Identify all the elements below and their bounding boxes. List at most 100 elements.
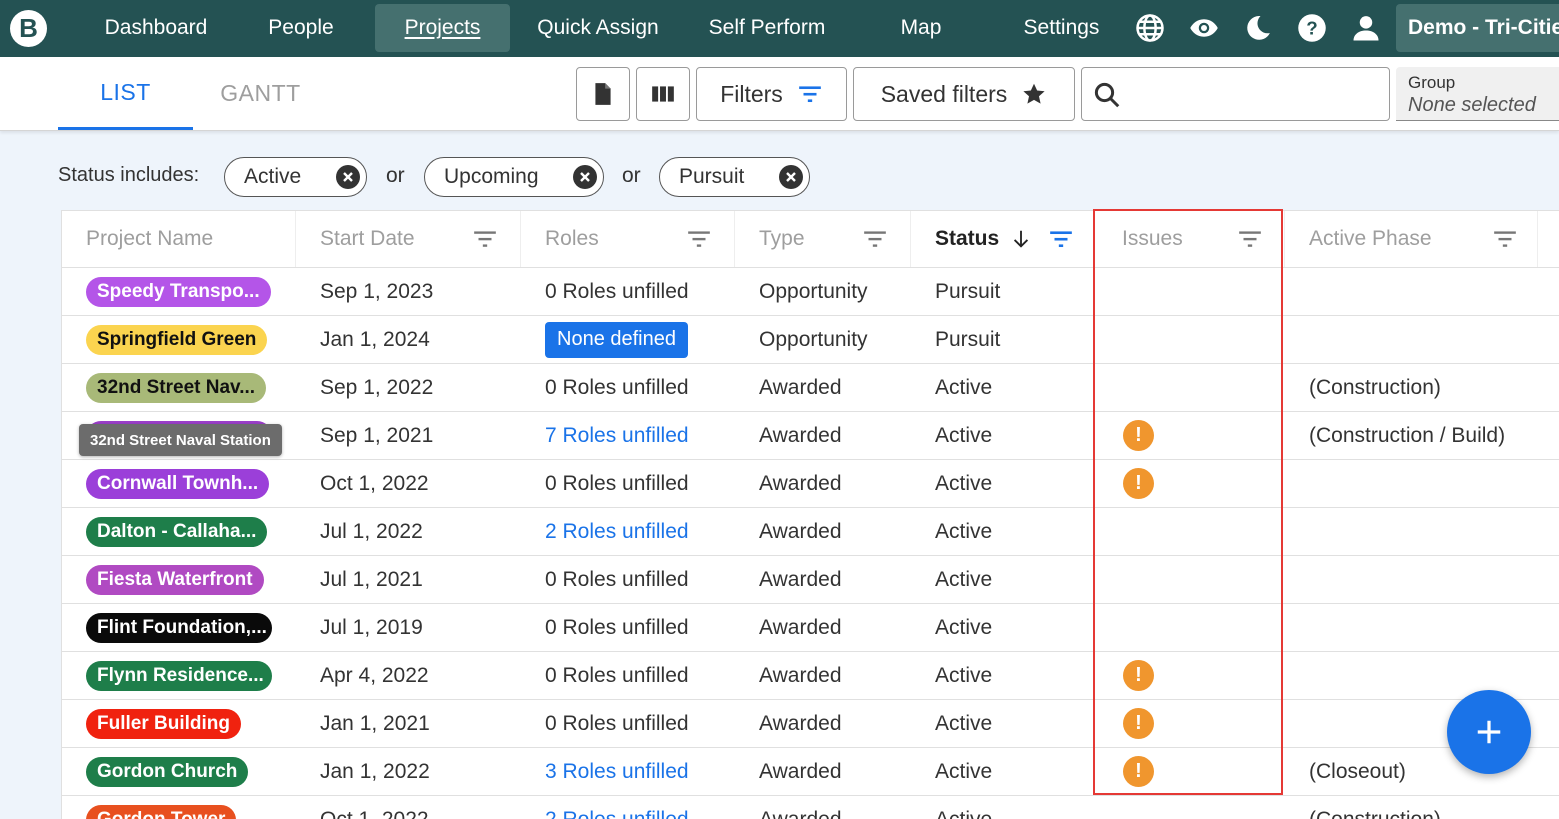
chip-active[interactable]: Active <box>224 157 367 197</box>
nav-projects[interactable]: Projects <box>375 4 510 52</box>
table-row[interactable]: Fuller Building Jan 1, 2021 0 Roles unfill… <box>62 700 1559 748</box>
chip-upcoming[interactable]: Upcoming <box>424 157 604 197</box>
nav-people[interactable]: People <box>253 4 349 52</box>
col-roles[interactable]: Roles <box>521 211 735 267</box>
close-icon[interactable] <box>779 165 803 189</box>
roles-cell[interactable]: 2 Roles unfilled <box>545 796 735 819</box>
warning-icon[interactable]: ! <box>1123 468 1154 499</box>
project-name-pill[interactable]: Springfield Green <box>86 324 268 355</box>
issues-cell: ! <box>1123 748 1273 795</box>
table-row[interactable]: Gordon Church Jan 1, 2022 3 Roles unfilled… <box>62 748 1559 796</box>
filter-icon[interactable] <box>1491 226 1519 252</box>
project-name-pill[interactable]: 32nd Street Nav... <box>86 372 267 403</box>
project-name-pill[interactable]: Fuller Building <box>86 708 241 739</box>
account-icon[interactable] <box>1350 12 1382 44</box>
table-header: Project Name Start Date Roles Type Statu… <box>62 211 1559 268</box>
table-row[interactable]: Cornwall Townh... Oct 1, 2022 0 Roles unfi… <box>62 460 1559 508</box>
table-row[interactable]: 32nd Naval Apart...Sep 1, 20217 Roles un… <box>62 412 1559 460</box>
column-label: Active Phase <box>1309 227 1432 250</box>
warning-icon[interactable]: ! <box>1123 660 1154 691</box>
account-switcher[interactable]: Demo - Tri-Cities <box>1396 4 1559 52</box>
project-name-pill[interactable]: Flynn Residence... <box>86 660 272 691</box>
filter-icon[interactable] <box>471 226 499 252</box>
project-name-pill[interactable]: Dalton - Callaha... <box>86 516 268 547</box>
roles-cell[interactable]: 7 Roles unfilled <box>545 412 735 459</box>
tab-gantt[interactable]: GANTT <box>193 57 328 130</box>
active-phase-cell <box>1309 556 1559 603</box>
nav-quick-assign[interactable]: Quick Assign <box>520 4 676 52</box>
table-row[interactable]: Fiesta Waterfront Jul 1, 2021 0 Roles unfi… <box>62 556 1559 604</box>
project-name-pill[interactable]: Gordon Tower <box>86 804 237 819</box>
project-name-cell: Fiesta Waterfront <box>86 556 296 603</box>
issues-cell <box>1123 508 1273 555</box>
roles-unfilled-link[interactable]: 2 Roles unfilled <box>545 808 689 819</box>
roles-unfilled-link[interactable]: 2 Roles unfilled <box>545 520 689 544</box>
roles-text: 0 Roles unfilled <box>545 711 689 735</box>
table-row[interactable]: Flynn Residence... Apr 4, 2022 0 Roles unf… <box>62 652 1559 700</box>
project-name-pill[interactable]: Speedy Transpo... <box>86 276 271 307</box>
chip-pursuit[interactable]: Pursuit <box>659 157 810 197</box>
eye-icon[interactable] <box>1188 12 1220 44</box>
nav-self-perform[interactable]: Self Perform <box>691 4 843 52</box>
roles-cell[interactable]: 3 Roles unfilled <box>545 748 735 795</box>
col-issues[interactable]: Issues <box>1098 211 1285 267</box>
nav-dashboard[interactable]: Dashboard <box>89 4 223 52</box>
warning-icon[interactable]: ! <box>1123 420 1154 451</box>
project-name-pill[interactable]: Cornwall Townh... <box>86 468 270 499</box>
roles-text: 0 Roles unfilled <box>545 615 689 639</box>
export-button[interactable] <box>576 67 630 121</box>
app-logo[interactable]: B <box>10 10 47 47</box>
roles-text: 0 Roles unfilled <box>545 567 689 591</box>
filter-icon[interactable] <box>861 226 889 252</box>
roles-cell[interactable]: 2 Roles unfilled <box>545 508 735 555</box>
roles-cell: 0 Roles unfilled <box>545 652 735 699</box>
status-cell: Pursuit <box>935 279 1001 303</box>
col-status[interactable]: Status <box>911 211 1095 267</box>
table-row[interactable]: Gordon Tower Oct 1, 2022 2 Roles unfilled A… <box>62 796 1559 819</box>
nav-map[interactable]: Map <box>886 4 956 52</box>
roles-unfilled-link[interactable]: 7 Roles unfilled <box>545 424 689 448</box>
table-row[interactable]: Dalton - Callaha... Jul 1, 2022 2 Roles un… <box>62 508 1559 556</box>
filter-icon[interactable] <box>685 226 713 252</box>
filter-icon[interactable] <box>1047 226 1075 252</box>
project-name-pill[interactable]: Flint Foundation,... <box>86 612 272 643</box>
table-row[interactable]: Springfield Green Jan 1, 2024 None defined… <box>62 316 1559 364</box>
project-name-cell: Dalton - Callaha... <box>86 508 296 555</box>
globe-icon[interactable] <box>1134 12 1166 44</box>
moon-icon[interactable] <box>1242 12 1274 44</box>
filter-icon[interactable] <box>1236 226 1264 252</box>
project-name-cell: Speedy Transpo... <box>86 268 296 315</box>
project-name-pill[interactable]: Fiesta Waterfront <box>86 564 264 595</box>
tab-list[interactable]: LIST <box>58 57 193 130</box>
filters-button[interactable]: Filters <box>696 67 847 121</box>
warning-icon[interactable]: ! <box>1123 708 1154 739</box>
project-name-cell: Flynn Residence... <box>86 652 296 699</box>
col-active-phase[interactable]: Active Phase <box>1285 211 1538 267</box>
saved-filters-button[interactable]: Saved filters <box>853 67 1075 121</box>
roles-cell: 0 Roles unfilled <box>545 268 735 315</box>
none-defined-button[interactable]: None defined <box>545 321 688 358</box>
nav-settings[interactable]: Settings <box>1007 4 1116 52</box>
search-box <box>1081 67 1390 121</box>
project-name-pill[interactable]: Gordon Church <box>86 756 249 787</box>
columns-button[interactable] <box>636 67 690 121</box>
svg-text:?: ? <box>1306 17 1317 38</box>
col-start-date[interactable]: Start Date <box>296 211 521 267</box>
issues-cell: ! <box>1123 700 1273 747</box>
col-project-name[interactable]: Project Name <box>62 211 296 267</box>
roles-cell[interactable]: None defined <box>545 316 735 363</box>
table-row[interactable]: Speedy Transpo... Sep 1, 2023 0 Roles unfi… <box>62 268 1559 316</box>
help-icon[interactable]: ? <box>1296 12 1328 44</box>
table-row[interactable]: 32nd Street Nav... Sep 1, 2022 0 Roles unf… <box>62 364 1559 412</box>
close-icon[interactable] <box>336 165 360 189</box>
warning-icon[interactable]: ! <box>1123 756 1154 787</box>
group-select[interactable]: Group None selected <box>1396 67 1559 121</box>
col-type[interactable]: Type <box>735 211 911 267</box>
search-input[interactable] <box>1132 76 1382 112</box>
arrow-down-icon[interactable] <box>1010 227 1032 251</box>
roles-unfilled-link[interactable]: 3 Roles unfilled <box>545 760 689 784</box>
close-icon[interactable] <box>573 165 597 189</box>
add-project-button[interactable] <box>1447 690 1531 774</box>
project-name-cell: Cornwall Townh... <box>86 460 296 507</box>
table-row[interactable]: Flint Foundation,... Jul 1, 2019 0 Roles u… <box>62 604 1559 652</box>
